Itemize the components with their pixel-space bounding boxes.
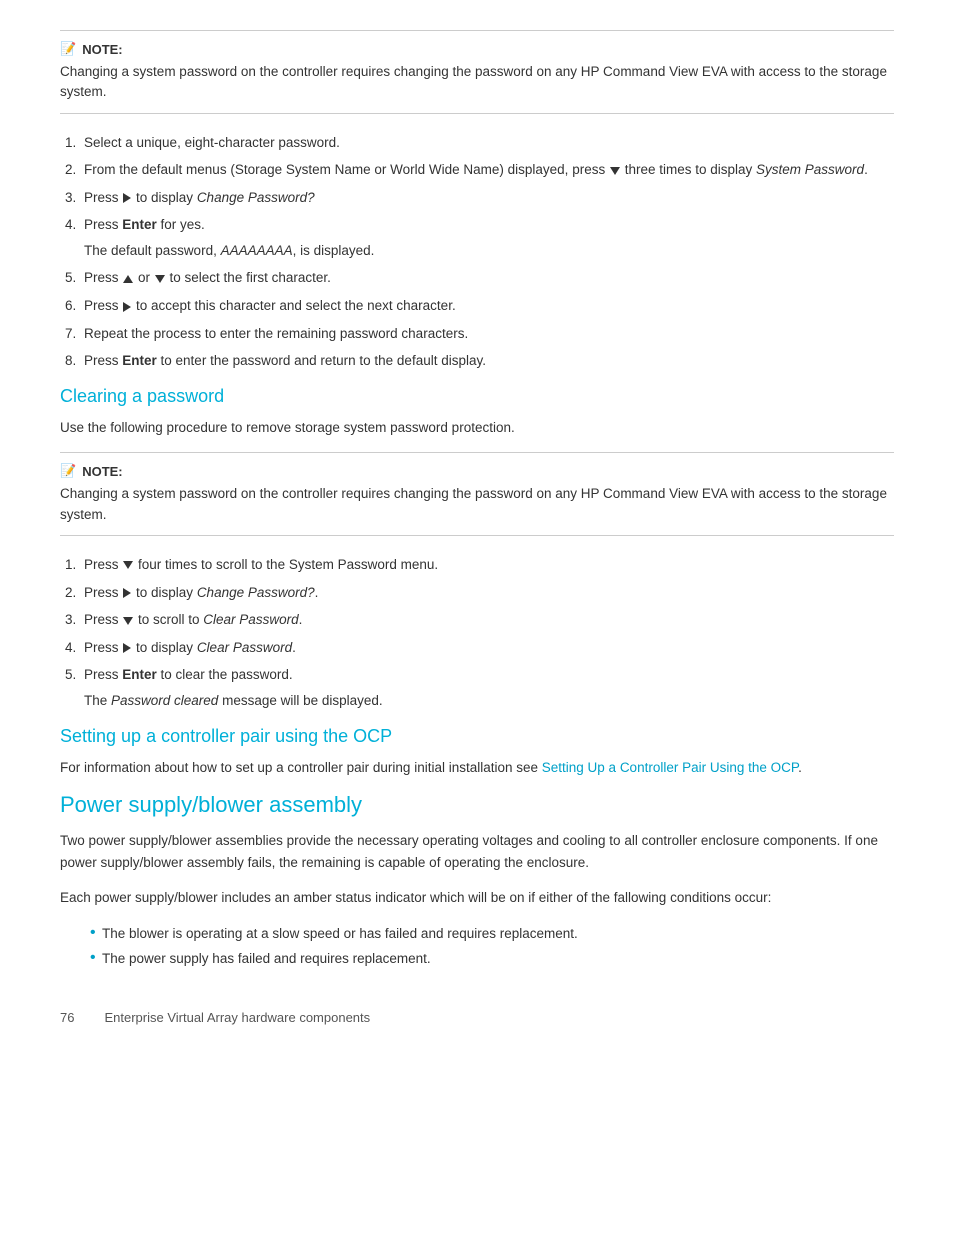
- clear-step-3: Press to scroll to Clear Password.: [80, 609, 894, 631]
- note-title-1: 📝 NOTE:: [60, 41, 894, 57]
- bullet-item-2: The power supply has failed and requires…: [90, 948, 894, 970]
- setting-up-controller-intro: For information about how to set up a co…: [60, 757, 894, 779]
- step-4-sub: The default password, AAAAAAAA, is displ…: [84, 240, 894, 262]
- arrow-right-icon-3: [123, 588, 131, 598]
- arrow-down-icon-4: [123, 617, 133, 625]
- clear-step-1: Press four times to scroll to the System…: [80, 554, 894, 576]
- page-number: 76: [60, 1010, 74, 1025]
- note-text-2: Changing a system password on the contro…: [60, 484, 894, 525]
- step-3: Press to display Change Password?: [80, 187, 894, 209]
- clear-step-4: Press to display Clear Password.: [80, 637, 894, 659]
- note-title-2: 📝 NOTE:: [60, 463, 894, 479]
- clear-step-2: Press to display Change Password?.: [80, 582, 894, 604]
- arrow-up-icon: [123, 275, 133, 283]
- arrow-down-icon-2: [155, 275, 165, 283]
- step-1: Select a unique, eight-character passwor…: [80, 132, 894, 154]
- note-label-1: NOTE:: [82, 42, 122, 57]
- step-5: Press or to select the first character.: [80, 267, 894, 289]
- step-4: Press Enter for yes. The default passwor…: [80, 214, 894, 261]
- power-supply-heading: Power supply/blower assembly: [60, 792, 894, 818]
- setting-up-intro-end: .: [798, 760, 802, 775]
- steps-set-password: Select a unique, eight-character passwor…: [80, 132, 894, 372]
- power-supply-para2: Each power supply/blower includes an amb…: [60, 887, 894, 909]
- page-footer: 76 Enterprise Virtual Array hardware com…: [60, 1010, 894, 1025]
- note-text-1: Changing a system password on the contro…: [60, 62, 894, 103]
- arrow-down-icon-3: [123, 561, 133, 569]
- setting-up-controller-heading: Setting up a controller pair using the O…: [60, 726, 894, 747]
- clear-step-5: Press Enter to clear the password. The P…: [80, 664, 894, 711]
- arrow-right-icon-2: [123, 302, 131, 312]
- clearing-password-heading: Clearing a password: [60, 386, 894, 407]
- note-icon-1: 📝: [60, 41, 76, 57]
- setting-up-intro-text: For information about how to set up a co…: [60, 760, 542, 775]
- clearing-password-intro: Use the following procedure to remove st…: [60, 417, 894, 439]
- power-supply-para1: Two power supply/blower assemblies provi…: [60, 830, 894, 873]
- note-box-1: 📝 NOTE: Changing a system password on th…: [60, 30, 894, 114]
- note-icon-2: 📝: [60, 463, 76, 479]
- step-8: Press Enter to enter the password and re…: [80, 350, 894, 372]
- steps-clear-password: Press four times to scroll to the System…: [80, 554, 894, 712]
- arrow-right-icon-4: [123, 643, 131, 653]
- footer-text: Enterprise Virtual Array hardware compon…: [104, 1010, 370, 1025]
- step-6: Press to accept this character and selec…: [80, 295, 894, 317]
- step-2: From the default menus (Storage System N…: [80, 159, 894, 181]
- bullet-item-1: The blower is operating at a slow speed …: [90, 923, 894, 945]
- clear-step-5-sub: The Password cleared message will be dis…: [84, 690, 894, 712]
- step-7: Repeat the process to enter the remainin…: [80, 323, 894, 345]
- note-label-2: NOTE:: [82, 464, 122, 479]
- page-content: 📝 NOTE: Changing a system password on th…: [60, 30, 894, 1025]
- arrow-down-icon: [610, 167, 620, 175]
- power-supply-bullets: The blower is operating at a slow speed …: [90, 923, 894, 970]
- setting-up-controller-link[interactable]: Setting Up a Controller Pair Using the O…: [542, 760, 798, 775]
- arrow-right-icon: [123, 193, 131, 203]
- note-box-2: 📝 NOTE: Changing a system password on th…: [60, 452, 894, 536]
